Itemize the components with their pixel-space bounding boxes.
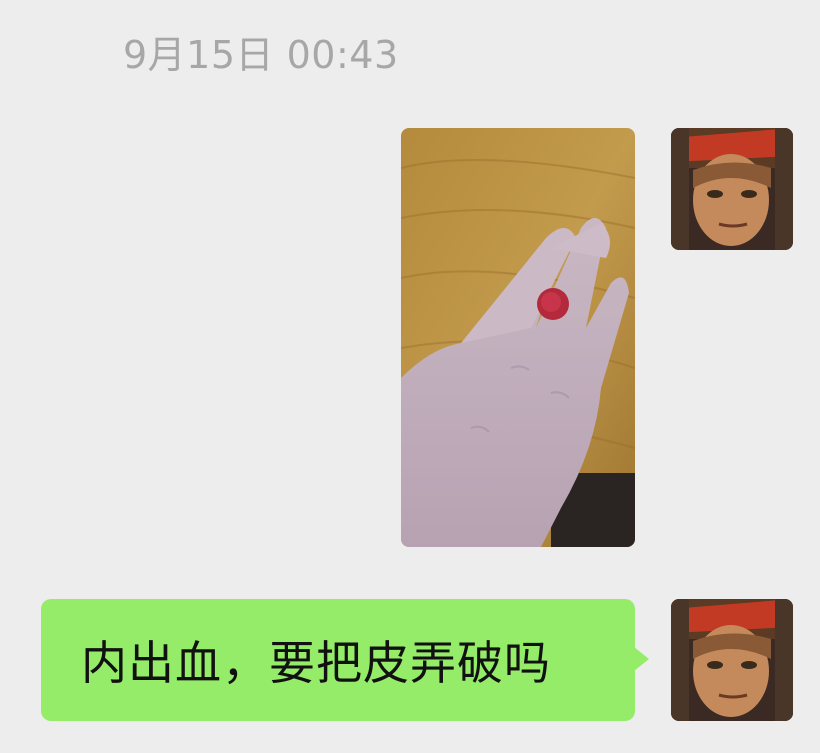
avatar-icon	[671, 599, 793, 721]
image-message[interactable]	[401, 128, 635, 547]
chat-window: 9月15日 00:43 内出血，要把皮弄破吗	[0, 0, 820, 753]
message-timestamp: 9月15日 00:43	[123, 33, 399, 77]
hand-photo-icon	[401, 128, 635, 547]
text-message-bubble[interactable]: 内出血，要把皮弄破吗	[41, 599, 649, 721]
bubble-tail	[634, 647, 649, 671]
sender-avatar[interactable]	[671, 128, 793, 250]
avatar-icon	[671, 128, 793, 250]
sender-avatar[interactable]	[671, 599, 793, 721]
message-text: 内出血，要把皮弄破吗	[81, 636, 551, 690]
